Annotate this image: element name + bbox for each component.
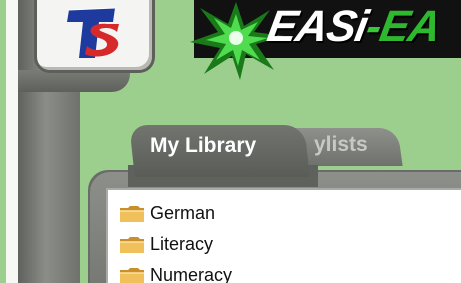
folder-list: German Literacy Numeracy xyxy=(118,198,232,283)
frame-bar xyxy=(18,70,130,92)
banner-title: EASi-EA xyxy=(263,2,444,51)
folder-label: German xyxy=(150,203,216,223)
list-item[interactable]: Literacy xyxy=(118,229,232,260)
tab-my-library-label[interactable]: My Library xyxy=(150,134,256,158)
folder-icon xyxy=(120,267,144,283)
ts-logo-icon xyxy=(67,7,119,58)
app-window: EASi-EA ylists My Library German Literac… xyxy=(0,0,461,283)
tab-playlists-label[interactable]: ylists xyxy=(314,133,368,157)
folder-label: Literacy xyxy=(150,234,214,254)
folder-label: Numeracy xyxy=(150,265,233,283)
list-item[interactable]: Numeracy xyxy=(118,260,232,283)
folder-icon xyxy=(120,205,144,222)
logo-tile[interactable] xyxy=(34,0,155,73)
list-item[interactable]: German xyxy=(118,198,232,229)
folder-icon xyxy=(120,236,144,253)
